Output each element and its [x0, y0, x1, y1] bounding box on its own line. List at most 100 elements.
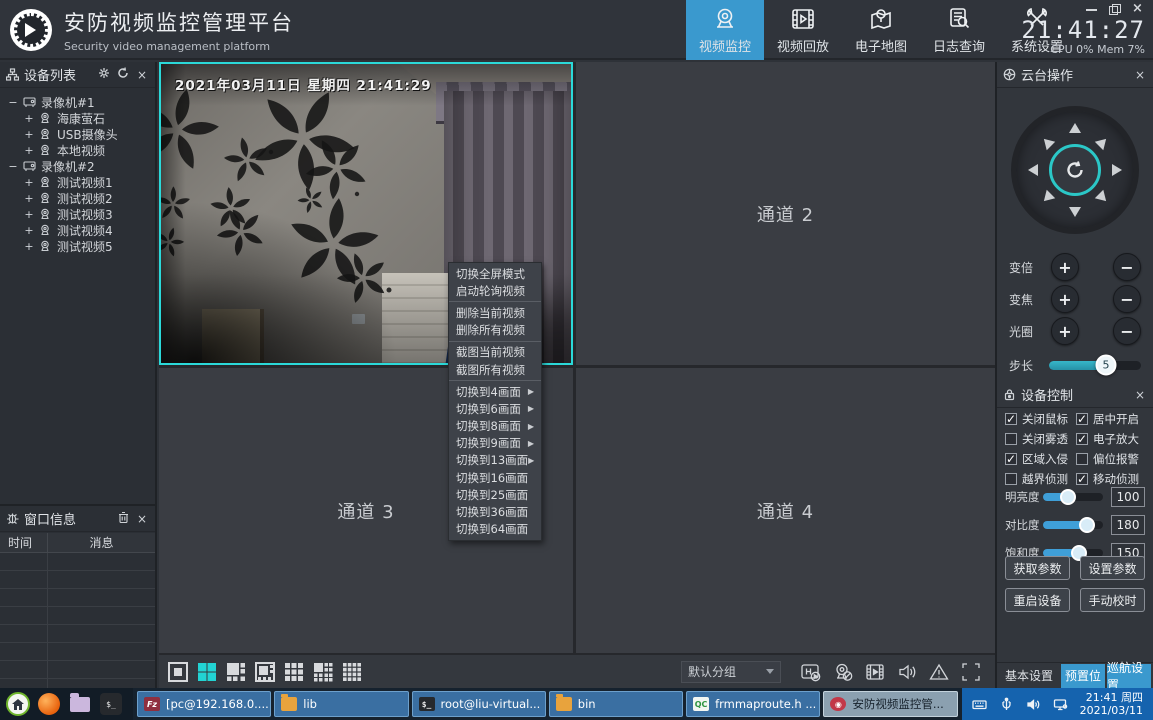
volume-tray-icon[interactable] — [1026, 697, 1041, 712]
checkbox-defog-off[interactable]: 关闭雾透 — [1005, 432, 1076, 446]
focus-minus-button[interactable]: − — [1113, 285, 1141, 313]
taskbar-clock[interactable]: 21:41 周四 2021/03/11 — [1078, 688, 1153, 720]
layout-16-icon[interactable] — [341, 661, 363, 683]
checkbox-offset-alarm[interactable]: 偏位报警 — [1076, 452, 1147, 466]
tree-node-camera[interactable]: + 本地视频 — [8, 142, 155, 158]
checkbox-center-on[interactable]: ✓居中开启 — [1076, 412, 1147, 426]
menu-item-switch-16[interactable]: 切换到16画面 — [449, 469, 541, 486]
menu-item-fullscreen[interactable]: 切换全屏模式 — [449, 265, 541, 282]
tree-node-camera[interactable]: + 测试视频4 — [8, 222, 155, 238]
ptz-panel-close-icon[interactable]: × — [1133, 68, 1147, 82]
set-params-button[interactable]: 设置参数 — [1080, 556, 1145, 580]
layout-1-icon[interactable] — [167, 661, 189, 683]
window-info-close-icon[interactable]: × — [135, 512, 149, 526]
tree-node-camera[interactable]: + 测试视频1 — [8, 174, 155, 190]
video-channel-4[interactable]: 通道 4 — [576, 368, 995, 653]
ptz-up-arrow[interactable] — [1069, 117, 1081, 133]
close-button[interactable]: × — [1132, 4, 1143, 14]
ptz-right-arrow[interactable] — [1112, 164, 1128, 176]
menu-item-snapshot-current[interactable]: 截图当前视频 — [449, 344, 541, 361]
layout-4-icon[interactable] — [196, 661, 218, 683]
iris-plus-button[interactable]: + — [1051, 317, 1079, 345]
minimize-button[interactable] — [1086, 4, 1097, 14]
nav-video-monitor[interactable]: 视频监控 — [686, 0, 764, 60]
ptz-down-right-arrow[interactable] — [1095, 190, 1115, 210]
menu-item-switch-4[interactable]: 切换到4画面▶ — [449, 383, 541, 400]
brightness-slider-thumb[interactable] — [1060, 489, 1076, 505]
checkbox-crossline-detect[interactable]: 越界侦测 — [1005, 472, 1076, 486]
layout-8-icon[interactable] — [254, 661, 276, 683]
menu-item-switch-25[interactable]: 切换到25画面 — [449, 486, 541, 503]
ptz-auto-scan-button[interactable] — [1049, 144, 1101, 196]
hd-play-icon[interactable] — [800, 661, 822, 683]
zoom-minus-button[interactable]: − — [1113, 253, 1141, 281]
tab-cruise-settings[interactable]: 巡航设置 — [1107, 664, 1151, 688]
layout-9-icon[interactable] — [283, 661, 305, 683]
camera-off-icon[interactable] — [832, 661, 854, 683]
tree-node-camera[interactable]: + USB摄像头 — [8, 126, 155, 142]
menu-item-switch-6[interactable]: 切换到6画面▶ — [449, 400, 541, 417]
reboot-device-button[interactable]: 重启设备 — [1005, 588, 1070, 612]
ptz-up-left-arrow[interactable] — [1035, 130, 1055, 150]
step-slider-thumb[interactable]: 5 — [1096, 355, 1117, 376]
device-panel-close-icon[interactable]: × — [135, 68, 149, 82]
layout-13-icon[interactable] — [312, 661, 334, 683]
keyboard-tray-icon[interactable] — [972, 697, 987, 712]
get-params-button[interactable]: 获取参数 — [1005, 556, 1070, 580]
brightness-slider[interactable] — [1043, 493, 1103, 501]
task-surveillance-app[interactable]: ◉ 安防视频监控管... — [823, 691, 957, 717]
manual-time-sync-button[interactable]: 手动校时 — [1080, 588, 1145, 612]
usb-plug-tray-icon[interactable] — [999, 697, 1014, 712]
nav-e-map[interactable]: 电子地图 — [842, 0, 920, 60]
nav-video-playback[interactable]: 视频回放 — [764, 0, 842, 60]
task-qtcreator[interactable]: QC frmmaproute.h ... — [686, 691, 820, 717]
tree-node-recorder2[interactable]: − 录像机#2 — [8, 158, 155, 174]
brightness-value[interactable]: 100 — [1111, 487, 1145, 507]
menu-item-switch-9[interactable]: 切换到9画面▶ — [449, 435, 541, 452]
step-slider[interactable]: 5 — [1049, 361, 1141, 370]
checkbox-area-intrusion[interactable]: ✓区域入侵 — [1005, 452, 1076, 466]
home-menu-icon[interactable] — [6, 692, 30, 716]
terminal-launcher-icon[interactable]: $_ — [99, 692, 123, 716]
device-control-close-icon[interactable]: × — [1133, 388, 1147, 402]
menu-item-snapshot-all[interactable]: 截图所有视频 — [449, 361, 541, 378]
task-bin-folder[interactable]: bin — [549, 691, 683, 717]
device-settings-gear-icon[interactable] — [97, 67, 111, 82]
device-refresh-icon[interactable] — [116, 67, 130, 82]
task-terminal[interactable]: $_ root@liu-virtual... — [412, 691, 546, 717]
menu-item-delete-all[interactable]: 删除所有视频 — [449, 322, 541, 339]
maximize-button[interactable] — [1109, 4, 1120, 14]
menu-item-switch-36[interactable]: 切换到36画面 — [449, 503, 541, 520]
focus-plus-button[interactable]: + — [1051, 285, 1079, 313]
alarm-icon[interactable] — [928, 661, 950, 683]
contrast-slider-thumb[interactable] — [1079, 517, 1095, 533]
menu-item-switch-8[interactable]: 切换到8画面▶ — [449, 418, 541, 435]
task-filezilla[interactable]: Fz [pc@192.168.0.... — [137, 691, 271, 717]
menu-item-switch-64[interactable]: 切换到64画面 — [449, 521, 541, 538]
menu-item-delete-current[interactable]: 删除当前视频 — [449, 304, 541, 321]
speaker-icon[interactable] — [896, 661, 918, 683]
iris-minus-button[interactable]: − — [1113, 317, 1141, 345]
display-tray-icon[interactable] — [1053, 697, 1068, 712]
ptz-down-arrow[interactable] — [1069, 207, 1081, 223]
ptz-up-right-arrow[interactable] — [1095, 130, 1115, 150]
checkbox-digital-zoom[interactable]: ✓电子放大 — [1076, 432, 1147, 446]
tree-node-camera[interactable]: + 海康萤石 — [8, 110, 155, 126]
zoom-plus-button[interactable]: + — [1051, 253, 1079, 281]
firefox-icon[interactable] — [37, 692, 61, 716]
tree-node-camera[interactable]: + 测试视频5 — [8, 238, 155, 254]
contrast-slider[interactable] — [1043, 521, 1103, 529]
checkbox-close-mouse[interactable]: ✓关闭鼠标 — [1005, 412, 1076, 426]
record-video-icon[interactable] — [864, 661, 886, 683]
tree-node-camera[interactable]: + 测试视频3 — [8, 206, 155, 222]
tab-basic-settings[interactable]: 基本设置 — [997, 667, 1061, 684]
file-manager-icon[interactable] — [68, 692, 92, 716]
layout-6-icon[interactable] — [225, 661, 247, 683]
trash-icon[interactable] — [116, 511, 130, 526]
fullscreen-icon[interactable] — [960, 661, 982, 683]
checkbox-motion-detect[interactable]: ✓移动侦测 — [1076, 472, 1147, 486]
task-lib-folder[interactable]: lib — [274, 691, 408, 717]
ptz-left-arrow[interactable] — [1022, 164, 1038, 176]
ptz-down-left-arrow[interactable] — [1035, 190, 1055, 210]
group-selector-dropdown[interactable]: 默认分组 — [681, 661, 781, 683]
